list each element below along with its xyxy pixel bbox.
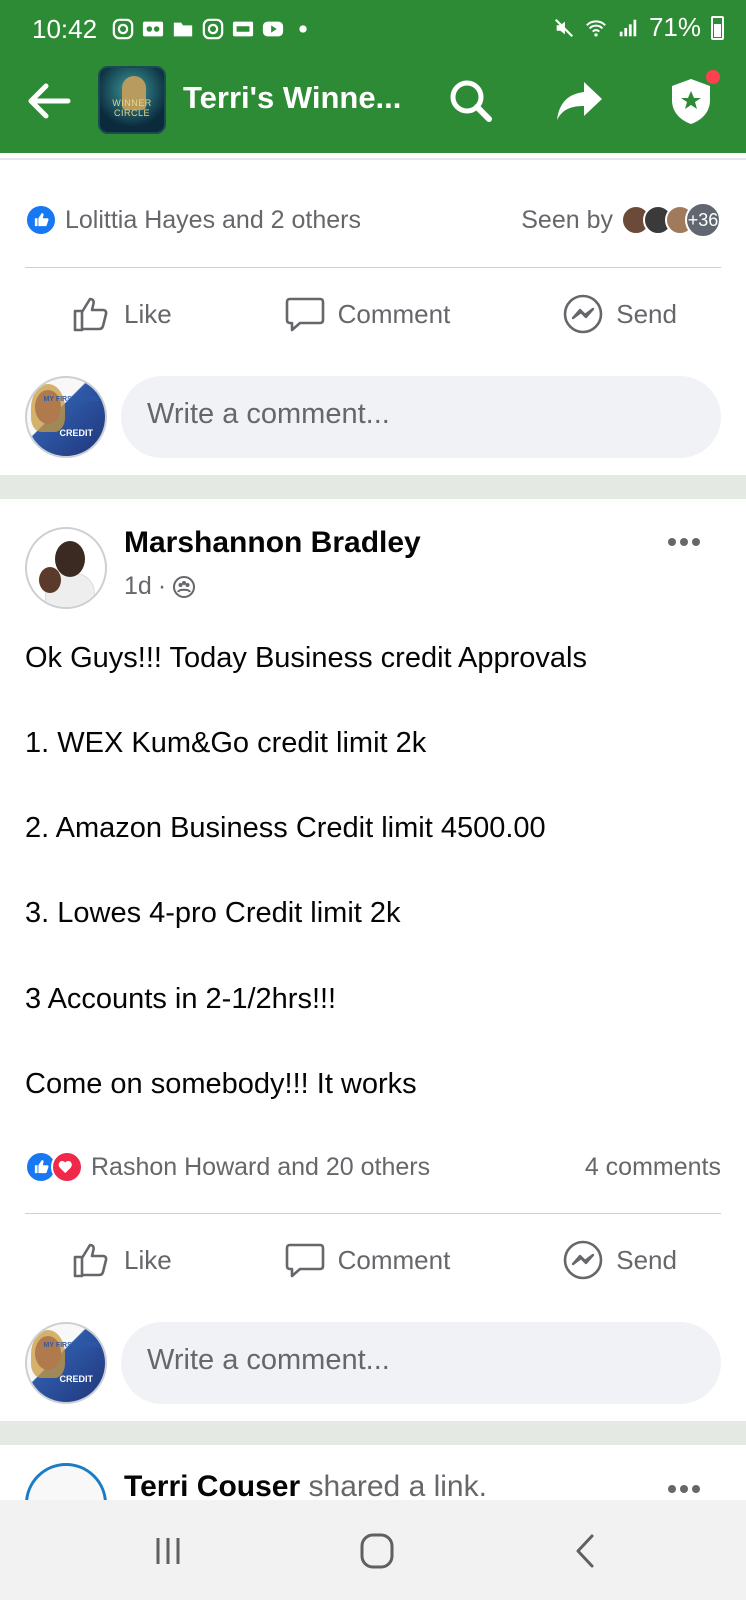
dot-icon — [299, 25, 307, 33]
love-reaction-icon — [51, 1151, 83, 1183]
home-icon[interactable] — [350, 1524, 404, 1578]
recent-apps-icon[interactable] — [141, 1524, 195, 1578]
like-label: Like — [124, 1244, 172, 1275]
back-icon[interactable] — [558, 1524, 612, 1578]
comment-icon — [285, 297, 324, 332]
post-comment-row: MY FIRST HOME CREDIT Write a comment... — [25, 1322, 721, 1406]
next-post-action: shared a link. — [308, 1470, 487, 1503]
like-button[interactable]: Like — [70, 1239, 172, 1281]
seen-by[interactable]: Seen by +36 — [521, 202, 721, 238]
more-options-icon[interactable] — [668, 533, 708, 553]
like-reaction-icon — [25, 204, 57, 236]
avatar-credit-text: CREDIT — [59, 428, 94, 438]
comment-icon — [285, 1243, 324, 1278]
app-notification-icon — [232, 21, 254, 37]
divider — [25, 1213, 721, 1214]
battery-percent: 71% — [648, 12, 701, 42]
top-app-bar: 10:42 71% WINNER CIRCLE Terri's Winne... — [0, 0, 746, 153]
youtube-icon — [262, 21, 284, 37]
post-text-line: 3 Accounts in 2-1/2hrs!!! — [25, 983, 337, 1015]
like-button[interactable]: Like — [70, 293, 172, 335]
notification-icons — [112, 18, 314, 40]
group-title[interactable]: Terri's Winne... — [183, 80, 401, 116]
avatar-top-text: MY FIRST HOME — [43, 1342, 99, 1349]
thumbs-up-icon — [73, 1243, 108, 1278]
post-separator — [0, 1421, 746, 1445]
instagram-icon-2 — [202, 18, 224, 40]
comment-input[interactable]: Write a comment... — [121, 1322, 721, 1404]
post-text-line: 3. Lowes 4-pro Credit limit 2k — [25, 897, 401, 929]
seen-more-count: +36 — [685, 202, 721, 238]
avatar-face — [55, 541, 85, 577]
folder-icon — [173, 22, 193, 37]
messenger-icon — [563, 1240, 603, 1280]
header-divider — [0, 158, 746, 160]
notification-dot — [706, 70, 720, 84]
prev-post-reaction-names[interactable]: Lolittia Hayes and 2 others — [65, 206, 361, 235]
divider — [25, 267, 721, 268]
send-label: Send — [616, 298, 677, 329]
like-label: Like — [124, 298, 172, 329]
next-post-author[interactable]: Terri Couser — [124, 1470, 300, 1503]
avatar-top-text: MY FIRST HOME — [43, 396, 99, 403]
more-options-icon[interactable] — [668, 1480, 708, 1500]
post-author-name[interactable]: Marshannon Bradley — [124, 526, 421, 560]
post-text-line: 2. Amazon Business Credit limit 4500.00 — [25, 812, 546, 844]
back-arrow-icon[interactable] — [24, 76, 74, 126]
status-time: 10:42 — [32, 14, 98, 44]
wifi-icon — [586, 19, 606, 37]
post-text-line: Ok Guys!!! Today Business credit Approva… — [25, 642, 588, 674]
send-button[interactable]: Send — [562, 293, 677, 335]
send-button[interactable]: Send — [562, 1239, 677, 1281]
share-icon[interactable] — [554, 74, 608, 128]
post-text-line: 1. WEX Kum&Go credit limit 2k — [25, 727, 427, 759]
post-separator — [0, 475, 746, 499]
author-avatar[interactable] — [25, 527, 107, 609]
group-privacy-icon — [173, 575, 196, 598]
prev-post-actions: Like Comment Send — [25, 284, 721, 344]
group-header: WINNER CIRCLE Terri's Winne... — [0, 58, 746, 153]
thumbs-up-icon — [73, 297, 108, 332]
my-avatar[interactable]: MY FIRST HOME CREDIT — [25, 376, 107, 458]
post-meta: 1d · — [124, 572, 196, 601]
post-reaction-names[interactable]: Rashon Howard and 20 others — [91, 1153, 430, 1182]
comment-input[interactable]: Write a comment... — [121, 376, 721, 458]
comment-label: Comment — [337, 1244, 451, 1275]
group-avatar[interactable]: WINNER CIRCLE — [98, 66, 166, 134]
comments-count[interactable]: 4 comments — [585, 1153, 721, 1182]
search-icon[interactable] — [444, 74, 498, 128]
mute-icon — [554, 18, 573, 37]
comment-button[interactable]: Comment — [284, 1239, 451, 1281]
messenger-icon — [563, 294, 603, 334]
avatar-credit-text: CREDIT — [59, 1374, 94, 1384]
seen-by-avatars: +36 — [621, 202, 721, 238]
post-time[interactable]: 1d — [124, 572, 152, 601]
next-post-header: Terri Couser shared a link. — [124, 1470, 487, 1504]
battery-icon — [711, 15, 724, 40]
my-avatar[interactable]: MY FIRST HOME CREDIT — [25, 1322, 107, 1404]
system-navigation-bar — [0, 1500, 746, 1600]
post-actions: Like Comment Send — [25, 1230, 721, 1290]
avatar-face-2 — [39, 567, 61, 593]
meta-separator: · — [157, 572, 167, 600]
signal-icon — [619, 19, 637, 36]
prev-post-reactions[interactable]: Lolittia Hayes and 2 others Seen by +36 — [25, 200, 721, 240]
group-avatar-text: WINNER CIRCLE — [112, 98, 152, 118]
system-status: 71% — [553, 12, 724, 43]
voicemail-icon — [142, 21, 164, 37]
post-reactions[interactable]: Rashon Howard and 20 others 4 comments — [25, 1147, 721, 1187]
comment-label: Comment — [337, 298, 451, 329]
send-label: Send — [616, 1244, 677, 1275]
instagram-icon — [112, 18, 134, 40]
comment-button[interactable]: Comment — [284, 293, 451, 335]
post-text-line: Come on somebody!!! It works — [25, 1068, 417, 1100]
prev-post-comment-row: MY FIRST HOME CREDIT Write a comment... — [25, 376, 721, 460]
seen-by-label: Seen by — [521, 205, 613, 234]
status-bar: 10:42 71% — [0, 0, 746, 58]
